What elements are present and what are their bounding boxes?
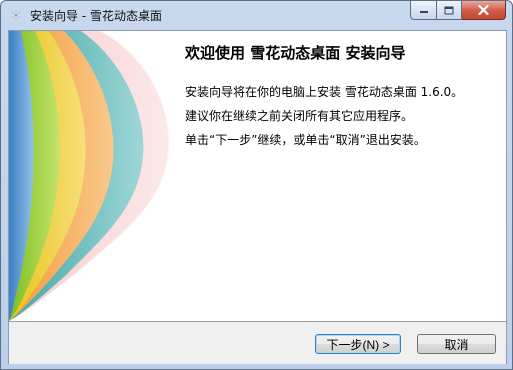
welcome-heading: 欢迎使用 雪花动态桌面 安装向导 <box>185 44 406 62</box>
wizard-client-area: 欢迎使用 雪花动态桌面 安装向导 安装向导将在你的电脑上安装 雪花动态桌面 1.… <box>8 30 507 364</box>
minimize-icon <box>419 11 428 13</box>
minimize-button[interactable] <box>410 1 437 20</box>
colorful-petals-banner <box>9 31 171 321</box>
install-description: 安装向导将在你的电脑上安装 雪花动态桌面 1.6.0。 <box>185 85 464 99</box>
cancel-button[interactable]: 取消 <box>417 334 496 354</box>
window-title: 安装向导 - 雪花动态桌面 <box>30 9 162 23</box>
wizard-footer: 下一步(N) > 取消 <box>9 321 506 364</box>
close-button[interactable] <box>462 1 506 20</box>
close-apps-advice: 建议你在继续之前关闭所有其它应用程序。 <box>185 109 414 123</box>
next-button[interactable]: 下一步(N) > <box>315 334 401 354</box>
welcome-content: 欢迎使用 雪花动态桌面 安装向导 安装向导将在你的电脑上安装 雪花动态桌面 1.… <box>181 31 501 321</box>
continue-instructions: 单击“下一步”继续，或单击“取消”退出安装。 <box>185 133 426 147</box>
snowflake-app-icon <box>9 7 23 23</box>
installer-window: 安装向导 - 雪花动态桌面 欢迎使用 雪花动态桌面 安装向导 安装向导将在你的电… <box>0 0 513 370</box>
maximize-button[interactable] <box>437 1 462 20</box>
close-icon <box>478 5 489 15</box>
maximize-icon <box>444 6 454 14</box>
title-bar[interactable]: 安装向导 - 雪花动态桌面 <box>1 1 512 30</box>
